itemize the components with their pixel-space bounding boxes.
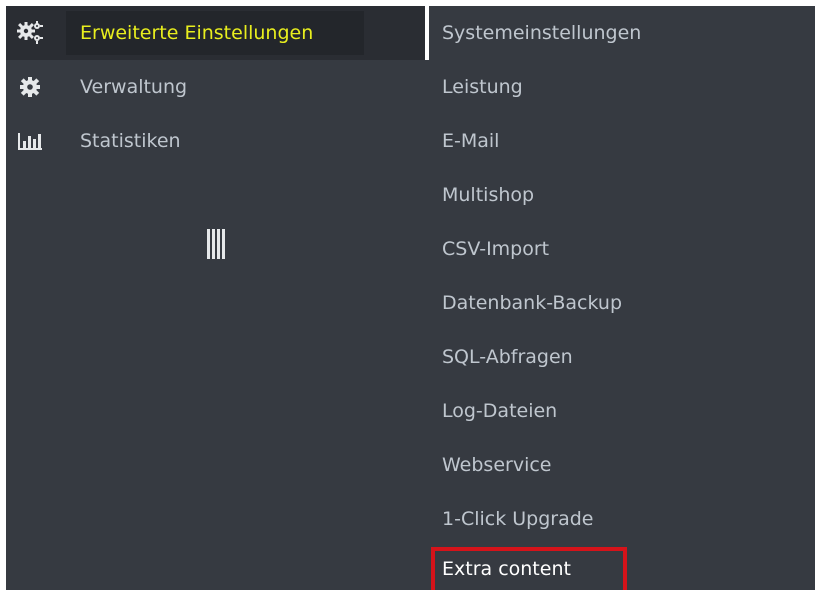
submenu: Systemeinstellungen Leistung E-Mail Mult… [429,6,815,590]
submenu-item-label: Leistung [442,76,523,98]
submenu-item-label: Extra content [442,557,571,580]
submenu-item-label: Datenbank-Backup [442,292,623,314]
submenu-item-e-mail[interactable]: E-Mail [429,114,815,168]
submenu-item-label: 1-Click Upgrade [442,508,594,530]
submenu-item-sql-abfragen[interactable]: SQL-Abfragen [429,330,815,384]
menu-item-verwaltung[interactable]: Verwaltung [6,60,425,114]
submenu-item-label: SQL-Abfragen [442,346,573,368]
main-menu: Erweiterte Einstellungen Verwaltung Stat… [6,6,425,590]
menu-item-label: Verwaltung [80,76,188,98]
bar-chart-icon [16,127,44,155]
submenu-item-datenbank-backup[interactable]: Datenbank-Backup [429,276,815,330]
submenu-item-log-dateien[interactable]: Log-Dateien [429,384,815,438]
submenu-item-webservice[interactable]: Webservice [429,438,815,492]
menu-item-label: Statistiken [80,130,181,152]
submenu-item-csv-import[interactable]: CSV-Import [429,222,815,276]
submenu-item-label: Multishop [442,184,535,206]
submenu-item-systemeinstellungen[interactable]: Systemeinstellungen [429,6,815,60]
gear-icon [16,73,44,101]
submenu-item-label: E-Mail [442,130,500,152]
submenu-item-label: Webservice [442,454,552,476]
gears-icon [16,19,44,47]
submenu-item-label: Log-Dateien [442,400,558,422]
submenu-item-label: Systemeinstellungen [442,22,642,44]
submenu-item-extra-content[interactable]: Extra content [429,547,815,590]
menu-item-erweiterte-einstellungen[interactable]: Erweiterte Einstellungen [6,6,425,60]
submenu-item-leistung[interactable]: Leistung [429,60,815,114]
submenu-item-1-click-upgrade[interactable]: 1-Click Upgrade [429,492,815,546]
submenu-item-multishop[interactable]: Multishop [429,168,815,222]
admin-menu-frame: Erweiterte Einstellungen Verwaltung Stat… [6,6,815,590]
submenu-item-label: CSV-Import [442,238,550,260]
menu-item-label: Erweiterte Einstellungen [80,22,314,44]
collapse-handle-icon[interactable] [206,229,230,259]
menu-item-statistiken[interactable]: Statistiken [6,114,425,168]
